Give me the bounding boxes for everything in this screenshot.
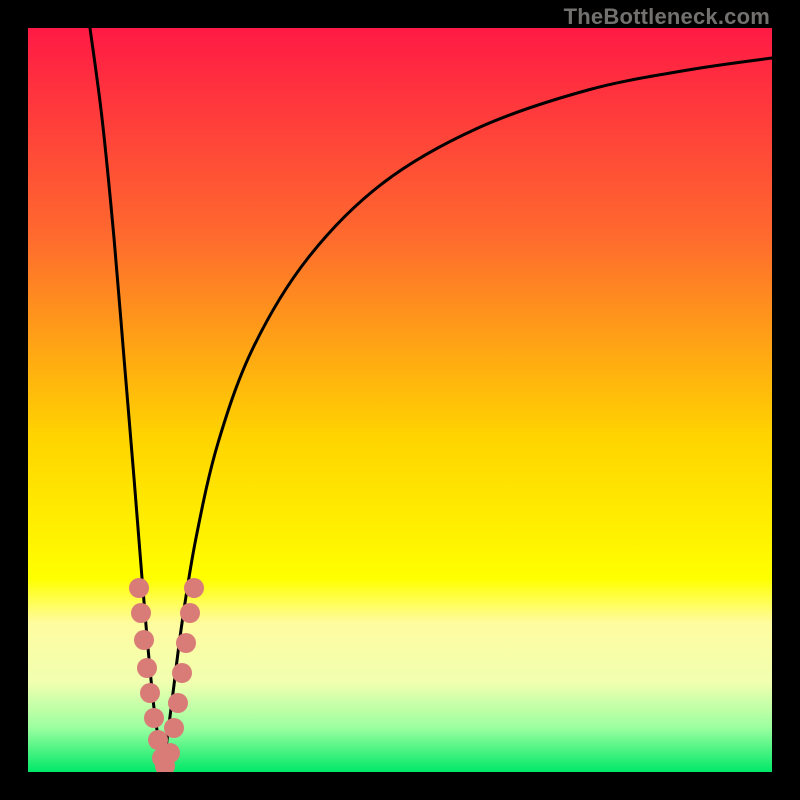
attribution-label: TheBottleneck.com bbox=[564, 4, 770, 30]
data-marker bbox=[184, 578, 204, 598]
data-marker bbox=[137, 658, 157, 678]
data-marker bbox=[172, 663, 192, 683]
data-marker bbox=[164, 718, 184, 738]
data-marker bbox=[129, 578, 149, 598]
data-marker bbox=[140, 683, 160, 703]
data-marker bbox=[168, 693, 188, 713]
data-marker bbox=[144, 708, 164, 728]
data-marker bbox=[134, 630, 154, 650]
data-marker bbox=[176, 633, 196, 653]
data-marker bbox=[180, 603, 200, 623]
bottleneck-chart bbox=[28, 28, 772, 772]
data-marker bbox=[160, 743, 180, 763]
gradient-background bbox=[28, 28, 772, 772]
data-marker bbox=[131, 603, 151, 623]
chart-frame bbox=[28, 28, 772, 772]
